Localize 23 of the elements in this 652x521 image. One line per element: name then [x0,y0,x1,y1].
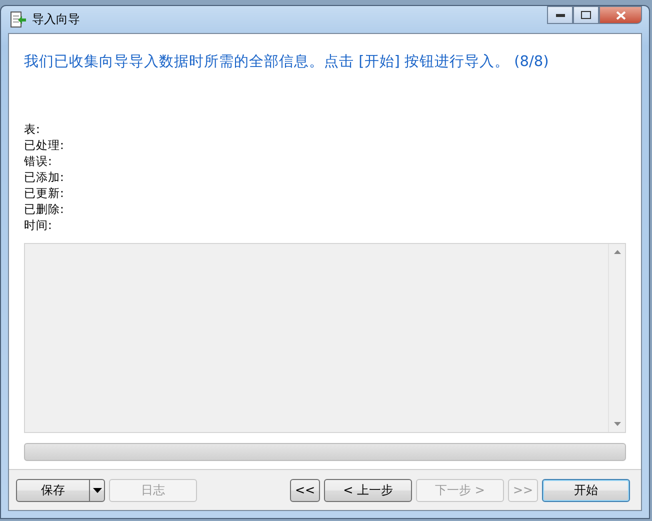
maximize-button[interactable] [573,6,599,24]
close-button[interactable] [599,6,642,24]
save-split-button[interactable]: 保存 [16,478,105,502]
stat-label: 表: [24,121,41,137]
stat-label: 错误: [24,153,53,169]
stat-label: 已删除: [24,201,65,217]
scroll-up-icon [614,250,620,254]
stat-label: 已更新: [24,185,65,201]
maximize-icon [581,11,591,19]
wizard-button[interactable]: << [290,478,320,502]
wizard-button[interactable]: < 上一步 [324,478,412,502]
instruction-text: 我们已收集向导导入数据时所需的全部信息。点击 [开始] 按钮进行导入。 (8/8) [24,52,550,71]
scroll-down-icon [614,422,620,426]
caret-icon [92,488,102,492]
stat-label: 时间: [24,217,53,233]
stat-label: 已处理: [24,137,65,153]
close-icon [616,10,626,20]
minimize-button[interactable] [547,6,573,24]
window-title: 导入向导 [32,11,80,28]
import-table-icon [10,10,26,28]
minimize-icon [556,14,564,16]
stat-label: 已添加: [24,169,65,185]
wizard-button[interactable]: 开始 [542,478,630,502]
